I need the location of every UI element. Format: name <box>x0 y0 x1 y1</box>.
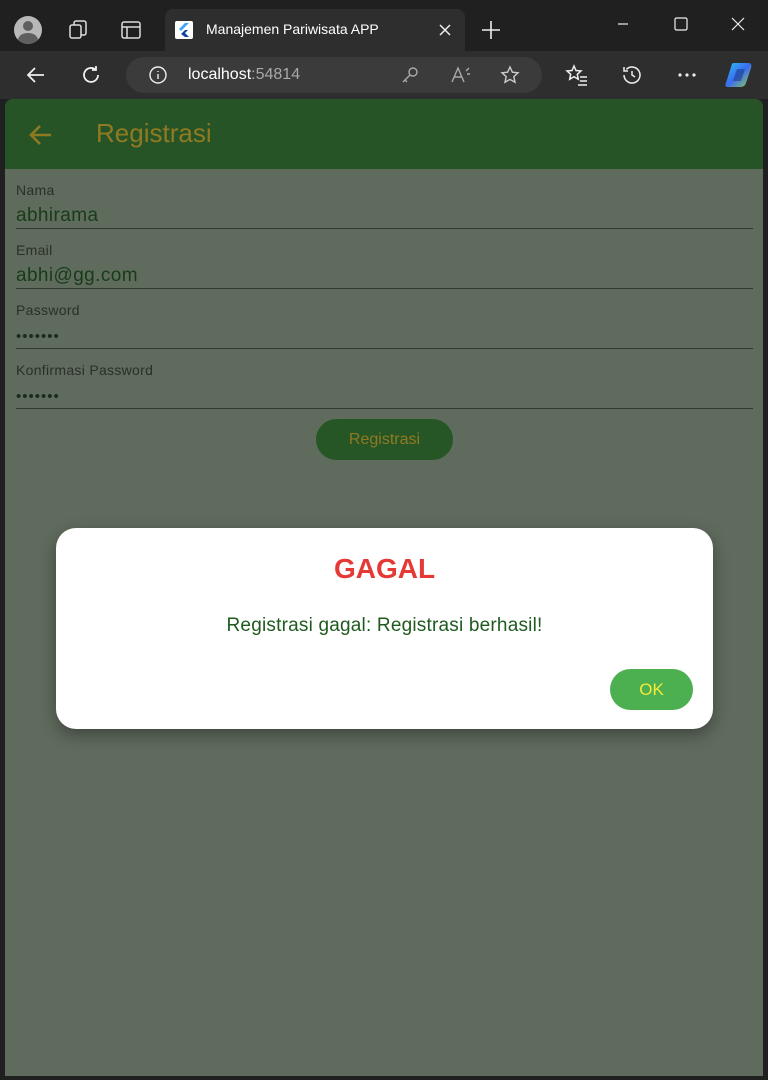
favorites-icon[interactable] <box>565 63 589 87</box>
email-input[interactable]: abhi@gg.com <box>16 265 138 287</box>
arrow-back-icon[interactable] <box>27 121 55 149</box>
alert-dialog: GAGAL Registrasi gagal: Registrasi berha… <box>56 528 713 729</box>
new-tab-icon[interactable] <box>480 19 502 41</box>
password-input[interactable]: ••••••• <box>16 328 60 345</box>
back-icon[interactable] <box>24 63 48 87</box>
address-bar[interactable]: localhost:54814 <box>126 57 542 93</box>
profile-avatar-icon[interactable] <box>14 16 42 44</box>
name-label: Nama <box>16 182 55 198</box>
confirm-password-label: Konfirmasi Password <box>16 362 154 378</box>
browser-tab-active[interactable]: Manajemen Pariwisata APP <box>165 9 465 51</box>
workspaces-icon[interactable] <box>67 18 91 42</box>
read-aloud-icon[interactable] <box>450 65 472 85</box>
password-field[interactable]: Password ••••••• <box>16 289 753 349</box>
dialog-message: Registrasi gagal: Registrasi berhasil! <box>226 615 543 636</box>
flutter-favicon-icon <box>175 21 193 39</box>
email-label: Email <box>16 242 53 258</box>
confirm-password-input[interactable]: ••••••• <box>16 388 60 405</box>
url-host: localhost <box>188 66 252 83</box>
close-window-icon[interactable] <box>728 14 748 34</box>
ok-button[interactable]: OK <box>610 669 693 710</box>
page-title: Registrasi <box>96 118 212 148</box>
copilot-icon[interactable] <box>724 60 756 90</box>
more-menu-icon[interactable] <box>675 63 699 87</box>
password-label: Password <box>16 302 80 318</box>
maximize-icon[interactable] <box>671 14 691 34</box>
tab-actions-icon[interactable] <box>119 18 143 42</box>
close-tab-icon[interactable] <box>437 22 453 38</box>
browser-navbar: localhost:54814 <box>0 51 768 99</box>
tab-title: Manajemen Pariwisata APP <box>206 21 379 37</box>
minimize-icon[interactable] <box>613 14 633 34</box>
url-text: localhost:54814 <box>188 66 300 84</box>
name-field[interactable]: Nama abhirama <box>16 169 753 229</box>
name-input[interactable]: abhirama <box>16 205 98 227</box>
email-field[interactable]: Email abhi@gg.com <box>16 229 753 289</box>
site-info-icon[interactable] <box>148 65 168 85</box>
refresh-icon[interactable] <box>79 63 103 87</box>
history-icon[interactable] <box>620 63 644 87</box>
browser-titlebar: Manajemen Pariwisata APP <box>0 0 768 51</box>
favorite-star-icon[interactable] <box>500 65 520 85</box>
key-icon[interactable] <box>400 65 420 85</box>
app-bar: Registrasi <box>5 99 763 169</box>
register-button[interactable]: Registrasi <box>316 419 453 460</box>
dialog-title: GAGAL <box>333 553 436 584</box>
confirm-password-field[interactable]: Konfirmasi Password ••••••• <box>16 349 753 409</box>
url-port: :54814 <box>251 66 301 83</box>
